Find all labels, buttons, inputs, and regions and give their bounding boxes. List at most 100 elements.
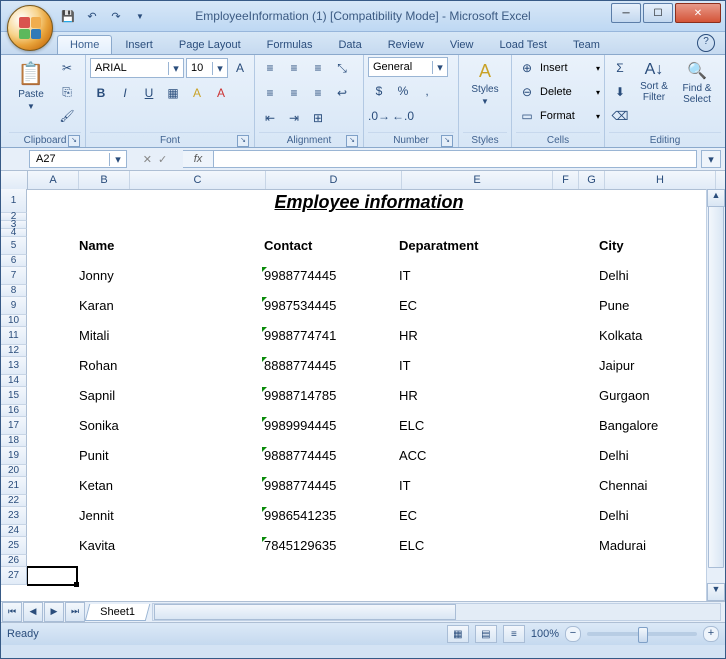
cell[interactable]: Jonny (77, 267, 116, 285)
fill-color-icon[interactable]: A (186, 82, 208, 104)
orientation-icon[interactable]: ⤡ (331, 57, 353, 79)
cell[interactable]: 9988774445 (262, 267, 338, 285)
office-button[interactable] (7, 5, 53, 51)
clear-icon[interactable]: ⌫ (609, 105, 631, 127)
cell[interactable]: Chennai (597, 477, 649, 495)
row-header[interactable]: 4 (1, 229, 27, 237)
row-header[interactable]: 21 (1, 477, 27, 495)
row-header[interactable]: 19 (1, 447, 27, 465)
copy-icon[interactable]: ⎘ (56, 81, 78, 103)
qat-dropdown-icon[interactable]: ▼ (131, 7, 149, 25)
cell[interactable]: ELC (397, 417, 426, 435)
page-break-view-icon[interactable]: ≡ (503, 625, 525, 643)
zoom-out-button[interactable]: − (565, 626, 581, 642)
close-button[interactable]: ✕ (675, 3, 721, 23)
cell[interactable]: 9987534445 (262, 297, 338, 315)
row-header[interactable]: 25 (1, 537, 27, 555)
cell[interactable]: Delhi (597, 267, 631, 285)
vertical-scrollbar[interactable]: ▲ ▼ (706, 189, 725, 601)
tab-team[interactable]: Team (560, 35, 613, 54)
sort-filter-button[interactable]: A↓ Sort & Filter (634, 57, 674, 107)
align-bot-icon[interactable]: ≡ (307, 57, 329, 79)
page-layout-view-icon[interactable]: ▤ (475, 625, 497, 643)
row-header[interactable]: 20 (1, 465, 27, 477)
cell[interactable]: Jaipur (597, 357, 636, 375)
expand-formula-bar-icon[interactable]: ▾ (701, 150, 721, 168)
help-icon[interactable]: ? (697, 34, 715, 52)
grow-font-icon[interactable]: A (230, 57, 250, 79)
col-header-D[interactable]: D (266, 171, 402, 189)
tab-home[interactable]: Home (57, 35, 112, 54)
cell[interactable]: EC (397, 297, 419, 315)
cells-insert-button[interactable]: ⊕ Insert ▾ (516, 57, 600, 79)
border-icon[interactable]: ▦ (162, 82, 184, 104)
percent-icon[interactable]: % (392, 80, 414, 102)
sheet-nav-first-icon[interactable]: ⏮ (2, 602, 22, 622)
autosum-icon[interactable]: Σ (609, 57, 631, 79)
cell[interactable]: 9988774741 (262, 327, 338, 345)
col-header-G[interactable]: G (579, 171, 605, 189)
cell[interactable]: ELC (397, 537, 426, 555)
cell[interactable]: 9986541235 (262, 507, 338, 525)
cell[interactable]: Delhi (597, 507, 631, 525)
cell[interactable]: Ketan (77, 477, 115, 495)
col-header-A[interactable]: A (28, 171, 79, 189)
currency-icon[interactable]: $ (368, 80, 390, 102)
row-header[interactable]: 11 (1, 327, 27, 345)
italic-button[interactable]: I (114, 82, 136, 104)
align-right-icon[interactable]: ≡ (307, 82, 329, 104)
cut-icon[interactable]: ✂ (56, 57, 78, 79)
normal-view-icon[interactable]: ▦ (447, 625, 469, 643)
sheet-nav-prev-icon[interactable]: ◀ (23, 602, 43, 622)
dec-indent-icon[interactable]: ⇤ (259, 107, 281, 129)
row-header[interactable]: 15 (1, 387, 27, 405)
cell[interactable]: Punit (77, 447, 111, 465)
row-header[interactable]: 1 (1, 189, 27, 213)
row-header[interactable]: 13 (1, 357, 27, 375)
row-header[interactable]: 16 (1, 405, 27, 417)
col-header-C[interactable]: C (130, 171, 266, 189)
cell[interactable]: EC (397, 507, 419, 525)
cell[interactable]: 8888774445 (262, 357, 338, 375)
cell[interactable]: Gurgaon (597, 387, 652, 405)
row-header[interactable]: 10 (1, 315, 27, 327)
cell[interactable]: HR (397, 387, 420, 405)
number-format-combo[interactable]: General▾ (368, 57, 448, 77)
inc-indent-icon[interactable]: ⇥ (283, 107, 305, 129)
cell[interactable]: IT (397, 357, 413, 375)
scroll-up-icon[interactable]: ▲ (707, 189, 725, 207)
align-left-icon[interactable]: ≡ (259, 82, 281, 104)
font-color-icon[interactable]: A (210, 82, 232, 104)
find-select-button[interactable]: 🔍 Find & Select (677, 57, 717, 109)
row-header[interactable]: 18 (1, 435, 27, 447)
styles-button[interactable]: A Styles ▼ (463, 57, 507, 110)
paste-button[interactable]: 📋 Paste ▼ (9, 57, 53, 115)
cell[interactable]: Jennit (77, 507, 116, 525)
cell[interactable]: Karan (77, 297, 116, 315)
tab-load-test[interactable]: Load Test (486, 35, 560, 54)
zoom-thumb[interactable] (638, 627, 648, 643)
wrap-text-icon[interactable]: ↩ (331, 82, 353, 104)
row-header[interactable]: 17 (1, 417, 27, 435)
redo-icon[interactable]: ↷ (107, 7, 125, 25)
row-header[interactable]: 22 (1, 495, 27, 507)
cell[interactable]: IT (397, 477, 413, 495)
col-header-B[interactable]: B (79, 171, 130, 189)
cell[interactable]: IT (397, 267, 413, 285)
scroll-down-icon[interactable]: ▼ (707, 583, 725, 601)
inc-decimal-icon[interactable]: .0→ (368, 105, 390, 127)
cell[interactable]: Mitali (77, 327, 111, 345)
comma-icon[interactable]: , (416, 80, 438, 102)
cells-delete-button[interactable]: ⊖ Delete ▾ (516, 81, 600, 103)
vscroll-thumb[interactable] (708, 206, 724, 568)
cell[interactable]: Sonika (77, 417, 121, 435)
row-header[interactable]: 27 (1, 567, 27, 585)
row-header[interactable]: 9 (1, 297, 27, 315)
row-header[interactable]: 24 (1, 525, 27, 537)
tab-insert[interactable]: Insert (112, 35, 166, 54)
horizontal-scrollbar[interactable] (152, 603, 721, 621)
cell[interactable]: Madurai (597, 537, 648, 555)
font-name-combo[interactable]: ARIAL▾ (90, 58, 184, 78)
cell[interactable]: Delhi (597, 447, 631, 465)
cell[interactable]: 9888774445 (262, 447, 338, 465)
